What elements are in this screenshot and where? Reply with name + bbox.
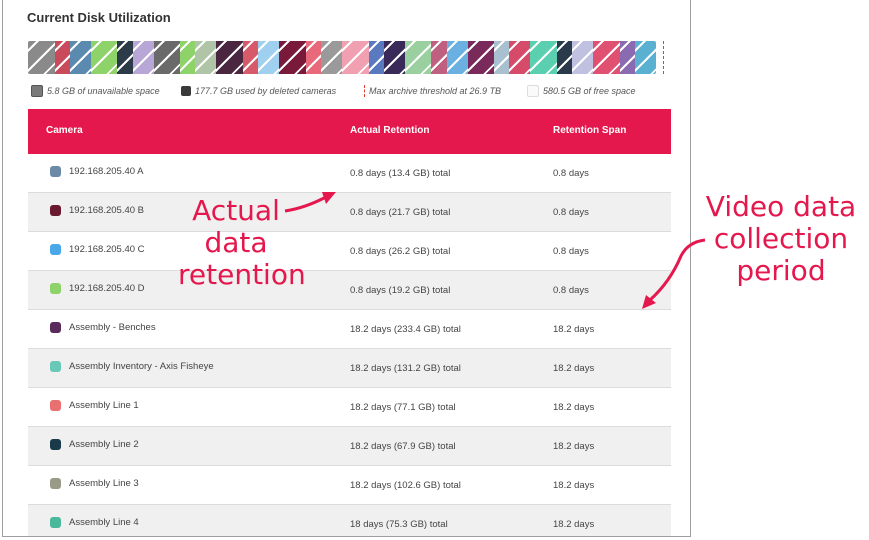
annotation-arrows [284, 192, 706, 309]
arrow-actual-head [322, 192, 336, 204]
arrow-actual-retention [284, 195, 327, 213]
arrow-video-period [648, 238, 706, 302]
